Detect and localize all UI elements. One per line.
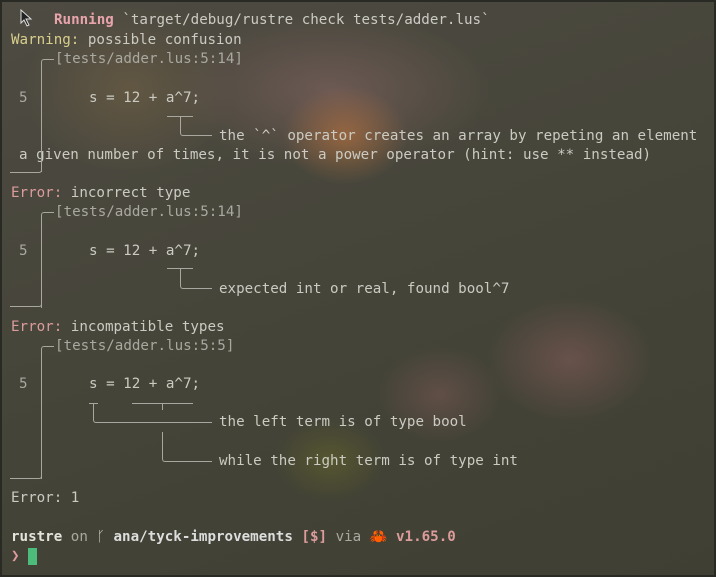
location: [tests/adder.lus:5:5] bbox=[55, 338, 235, 354]
diagnostic-header: Error: incompatible types bbox=[11, 318, 225, 337]
arrow-connector-right bbox=[162, 432, 212, 462]
source-code: s = 12 + a^7; bbox=[89, 90, 201, 106]
rust-crab-icon: 🦀 bbox=[369, 529, 388, 545]
diagnostic-header: Error: incorrect type bbox=[11, 184, 190, 203]
rust-version: v1.65.0 bbox=[395, 529, 456, 545]
note: the `^` operator creates an array by rep… bbox=[219, 128, 698, 144]
warning-label: Warning: bbox=[11, 32, 80, 48]
note: while the right term is of type int bbox=[219, 453, 518, 469]
frame-bottom bbox=[10, 294, 42, 307]
note: expected int or real, found bool^7 bbox=[219, 281, 510, 297]
note: the left term is of type bool bbox=[219, 414, 467, 430]
summary-label: Error: bbox=[11, 490, 63, 506]
line-number: 5 bbox=[19, 376, 28, 392]
frame-bottom bbox=[10, 466, 42, 479]
mouse-pointer-icon bbox=[20, 9, 33, 27]
line-number: 5 bbox=[19, 90, 28, 106]
error-count: 1 bbox=[70, 490, 80, 506]
arrow-connector-right bbox=[162, 403, 212, 410]
error-label: Error: bbox=[11, 185, 63, 201]
git-branch-icon: ᚴ bbox=[96, 529, 105, 545]
note-continuation: a given number of times, it is not a pow… bbox=[19, 147, 652, 163]
frame-top bbox=[41, 346, 54, 479]
git-status: [$] bbox=[301, 529, 328, 545]
location: [tests/adder.lus:5:14] bbox=[55, 204, 243, 220]
frame-top bbox=[41, 59, 54, 172]
source-code: s = 12 + a^7; bbox=[89, 243, 201, 259]
source-code: s = 12 + a^7; bbox=[89, 376, 201, 392]
terminal-cursor[interactable] bbox=[28, 548, 37, 565]
running-label: Running bbox=[54, 12, 114, 28]
command-line: Running `target/debug/rustre check tests… bbox=[54, 11, 490, 30]
command-text: `target/debug/rustre check tests/adder.l… bbox=[122, 12, 490, 28]
frame-bottom bbox=[10, 160, 42, 173]
prompt-via: via bbox=[335, 529, 362, 545]
arrow-connector bbox=[180, 268, 212, 289]
diagnostic-message: incompatible types bbox=[70, 319, 225, 335]
prompt-symbol: ❯ bbox=[11, 548, 20, 564]
frame-top bbox=[41, 212, 54, 308]
diagnostic-message: incorrect type bbox=[70, 185, 191, 201]
diagnostic-message: possible confusion bbox=[87, 32, 242, 48]
line-number: 5 bbox=[19, 243, 28, 259]
prompt-on: on bbox=[70, 529, 88, 545]
git-branch: ana/tyck-improvements bbox=[113, 529, 293, 545]
error-summary: Error: 1 bbox=[11, 489, 79, 508]
prompt-directory: rustre bbox=[11, 529, 63, 545]
error-label: Error: bbox=[11, 319, 63, 335]
shell-prompt: rustre on ᚴ ana/tyck-improvements [$] vi… bbox=[11, 528, 456, 547]
location: [tests/adder.lus:5:14] bbox=[55, 51, 243, 67]
diagnostic-header: Warning: possible confusion bbox=[11, 31, 242, 50]
arrow-connector bbox=[180, 116, 212, 136]
